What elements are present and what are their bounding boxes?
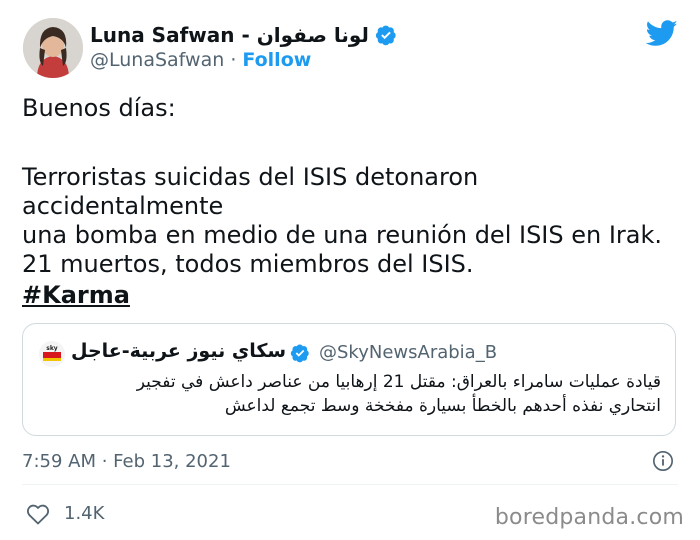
tweet-line: una bomba en medio de una reunión del IS… — [22, 221, 663, 249]
follow-button[interactable]: Follow — [242, 49, 311, 71]
quoted-author-name[interactable]: سكاي نيوز عربية-عاجل — [71, 340, 286, 362]
tweet-greeting: Buenos días: — [22, 94, 176, 122]
quoted-author-handle[interactable]: @SkyNewsArabia_B — [319, 342, 497, 363]
divider — [22, 484, 678, 485]
tweet-line: Terroristas suicidas del ISIS detonaron … — [22, 163, 479, 220]
tweet-line: 21 muertos, todos miembros del ISIS. — [22, 250, 474, 278]
quoted-text-line: انتحاري نفذه أحدهم بالخطأ بسيارة مفخخة و… — [224, 396, 661, 416]
info-icon[interactable] — [652, 450, 674, 472]
svg-text:sky: sky — [46, 345, 58, 352]
quoted-text: قيادة عمليات سامراء بالعراق: مقتل 21 إره… — [41, 370, 661, 418]
verified-badge-icon — [375, 25, 396, 46]
tweet-timestamp[interactable]: 7:59 AM · Feb 13, 2021 — [22, 451, 231, 472]
heart-icon[interactable] — [26, 503, 50, 525]
quoted-text-line: قيادة عمليات سامراء بالعراق: مقتل 21 إره… — [136, 372, 661, 392]
author-avatar[interactable] — [23, 18, 83, 78]
author-name-row[interactable]: Luna Safwan - لونا صفوان — [90, 22, 397, 48]
separator: · — [230, 49, 237, 71]
author-handle-row: @LunaSafwan · Follow — [90, 49, 311, 71]
author-handle[interactable]: @LunaSafwan — [90, 49, 224, 71]
sky-news-logo: sky — [39, 341, 65, 367]
watermark: boredpanda.com — [494, 505, 684, 530]
verified-badge-icon — [290, 344, 309, 363]
twitter-bird-icon[interactable] — [646, 20, 678, 47]
like-count[interactable]: 1.4K — [64, 503, 104, 524]
quoted-tweet[interactable]: sky سكاي نيوز عربية-عاجل @SkyNewsArabia_… — [22, 323, 676, 436]
hashtag-link[interactable]: #Karma — [22, 281, 130, 309]
author-name[interactable]: Luna Safwan - لونا صفوان — [90, 23, 369, 47]
tweet-text: Buenos días: Terroristas suicidas del IS… — [22, 94, 687, 279]
